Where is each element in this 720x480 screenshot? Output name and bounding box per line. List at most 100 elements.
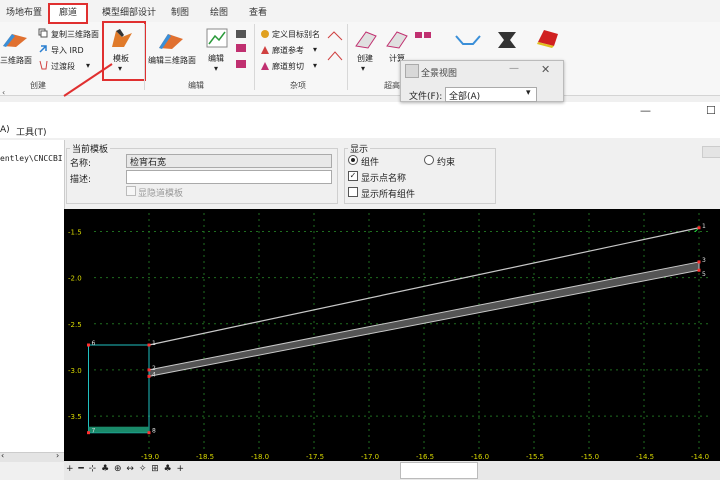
- file-label: 文件(F):: [409, 92, 443, 102]
- copy-3d-pavement-button[interactable]: 复制三维路面: [51, 29, 99, 40]
- status-field[interactable]: [400, 462, 478, 479]
- dialog-minimize-icon[interactable]: —: [509, 63, 519, 74]
- import-ird-button[interactable]: 导入 IRD: [51, 45, 84, 56]
- window-title-bar: — ☐: [0, 102, 720, 122]
- group-label-create: 创建: [30, 81, 46, 90]
- hidden-template-checkbox[interactable]: [126, 186, 136, 196]
- y-tick-label: -2.0: [68, 275, 82, 283]
- template-point: [697, 268, 701, 272]
- tab-view[interactable]: 查看: [249, 5, 267, 18]
- edit-3d-pavement-button[interactable]: 编辑三维路面: [148, 55, 196, 66]
- template-icon: [110, 27, 134, 49]
- menu-item-view[interactable]: A): [0, 125, 10, 135]
- corridor-reference-icon: [260, 45, 270, 55]
- template-tree-panel[interactable]: entley\CNCCBI: [0, 140, 65, 462]
- x-tick-label: -18.5: [196, 453, 214, 461]
- show-all-components-label: 显示所有组件: [361, 190, 416, 200]
- show-point-names-checkbox[interactable]: ✓: [348, 171, 358, 181]
- file-select-value: 全部(A): [449, 92, 481, 102]
- group-label-misc: 杂项: [290, 81, 306, 90]
- import-icon: [38, 44, 48, 54]
- show-all-components-checkbox[interactable]: [348, 187, 358, 197]
- tab-drawing-production[interactable]: 制图: [171, 5, 189, 18]
- x-tick-label: -15.5: [526, 453, 544, 461]
- corridor-report-icon: [536, 28, 560, 48]
- constraints-radio-label: 约束: [437, 158, 456, 168]
- corridor-reference-dropdown-icon[interactable]: ▾: [313, 45, 317, 54]
- template-editor-canvas[interactable]: -1.5 -2.0 -2.5 -3.0 -3.5 -19.0 -18.5 -18.0 -17.5…: [64, 209, 720, 461]
- tab-site-layout[interactable]: 场地布置: [6, 5, 42, 18]
- constraints-radio[interactable]: [424, 155, 434, 165]
- template-point: [87, 343, 90, 347]
- view-tool-icons[interactable]: + ━ ⊹ ♣ ⊕ ↔ ✧ ⊞ ♣ +: [66, 464, 185, 474]
- 3d-pavement-icon: [2, 28, 28, 48]
- y-tick-label: -3.5: [68, 413, 82, 421]
- edit-dropdown-icon: ▾: [214, 64, 219, 73]
- minimize-icon[interactable]: —: [640, 104, 651, 117]
- calculate-superelevation-icon: [385, 28, 409, 50]
- define-target-alias-button[interactable]: 定义目标别名: [272, 29, 320, 40]
- tab-drawing[interactable]: 绘图: [210, 5, 228, 18]
- overview-dialog: 全景视图 — ✕ 文件(F): 全部(A) ▾: [400, 60, 564, 102]
- maximize-icon[interactable]: ☐: [706, 104, 716, 117]
- template-point: [147, 374, 151, 378]
- template-point: [147, 343, 151, 347]
- group-separator: [347, 24, 348, 90]
- annotation-arrow: [63, 63, 113, 97]
- point-label: 8: [152, 428, 156, 435]
- point-label: 5: [702, 271, 706, 278]
- x-tick-label: -18.0: [251, 453, 269, 461]
- file-select[interactable]: 全部(A) ▾: [445, 87, 537, 102]
- chevron-down-icon: ▾: [526, 88, 531, 98]
- 3d-pavement-button[interactable]: 三维路面: [0, 55, 32, 66]
- point-label: 3: [702, 257, 706, 264]
- display-legend: 显示: [348, 142, 371, 155]
- chevron-left-icon[interactable]: ‹: [2, 88, 5, 97]
- template-point: [87, 431, 90, 435]
- description-label: 描述:: [70, 175, 92, 185]
- overview-dialog-title: 全景视图: [421, 69, 458, 79]
- description-field[interactable]: [126, 170, 332, 184]
- corridor-clip-button[interactable]: 廊道剪切: [272, 61, 304, 72]
- superelevation-small-icons[interactable]: [414, 30, 432, 50]
- side-button[interactable]: [702, 146, 720, 158]
- menu-bar: A) 工具(T): [0, 122, 720, 138]
- corridor-clip-dropdown-icon[interactable]: ▾: [313, 61, 317, 70]
- components-radio-label: 组件: [361, 158, 380, 168]
- corridor-reference-button[interactable]: 廊道参考: [272, 45, 304, 56]
- menu-item-tools[interactable]: 工具(T): [16, 125, 47, 138]
- y-tick-label: -2.5: [68, 321, 82, 329]
- edit-button[interactable]: 编辑: [208, 53, 224, 64]
- transition-icon: [38, 60, 48, 70]
- tab-model-detailing[interactable]: 模型细部设计: [102, 5, 156, 18]
- group-separator: [254, 24, 255, 90]
- misc-small-icons[interactable]: [326, 30, 344, 74]
- point-label: 1: [702, 223, 706, 230]
- name-label: 名称:: [70, 159, 92, 169]
- x-tick-label: -15.0: [581, 453, 599, 461]
- template-library-path[interactable]: entley\CNCCBI: [0, 154, 63, 163]
- canvas-toolbar: + ━ ⊹ ♣ ⊕ ↔ ✧ ⊞ ♣ +: [64, 461, 720, 480]
- template-point: [697, 260, 701, 264]
- components-radio[interactable]: [348, 155, 358, 165]
- copy-icon: [38, 28, 48, 38]
- ribbon-tab-bar: 场地布置 廊道 模型细部设计 制图 绘图 查看: [0, 0, 720, 24]
- corridor-clip-icon: [260, 61, 270, 71]
- group-separator: [144, 24, 145, 90]
- close-icon[interactable]: ✕: [541, 63, 550, 76]
- 3d-view-icon: [496, 28, 518, 50]
- name-field[interactable]: 检宵石宽: [126, 154, 332, 168]
- template-plot[interactable]: -1.5 -2.0 -2.5 -3.0 -3.5 -19.0 -18.5 -18.0 -17.5…: [64, 209, 720, 461]
- scroll-right-icon[interactable]: ›: [56, 451, 59, 460]
- component-outline: [88, 344, 150, 434]
- base-fill: [88, 426, 149, 433]
- create-superelevation-button[interactable]: 创建: [357, 53, 373, 64]
- left-panel-scrollbar[interactable]: ‹ ›: [0, 451, 64, 462]
- edit-icon: [206, 28, 228, 50]
- tab-corridor[interactable]: 廊道: [48, 3, 89, 24]
- scroll-left-icon[interactable]: ‹: [1, 451, 4, 460]
- hidden-template-checkbox-label: 显隐道模板: [138, 189, 184, 199]
- point-label: 1: [152, 340, 156, 347]
- current-template-legend: 当前模板: [70, 142, 111, 155]
- edit-small-icons[interactable]: [234, 28, 248, 76]
